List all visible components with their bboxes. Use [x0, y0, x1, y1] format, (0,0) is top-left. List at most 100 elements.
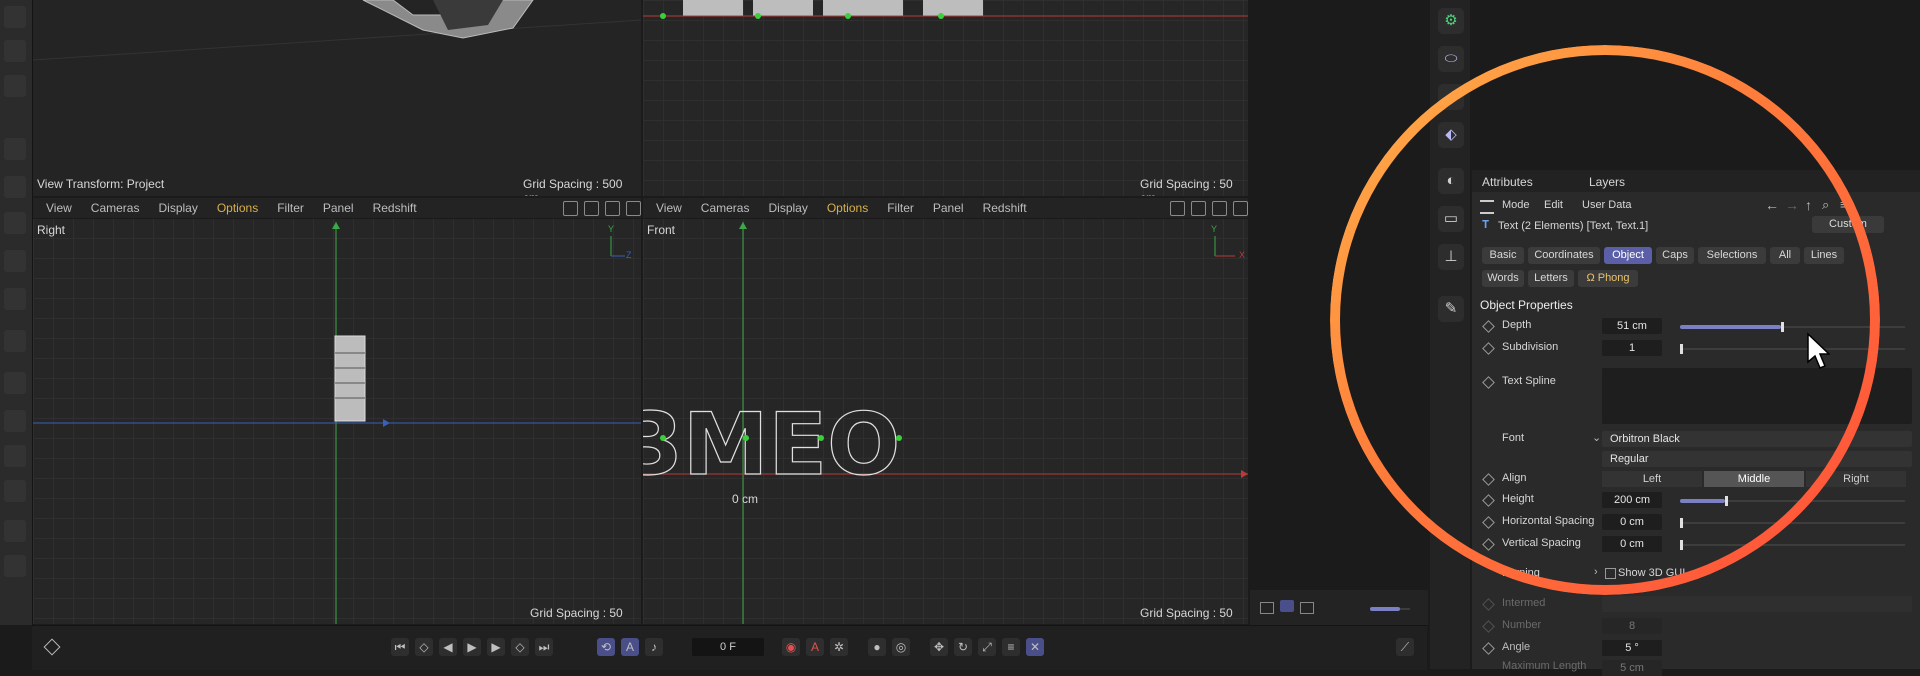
keyframe-diamond-icon[interactable] — [1482, 538, 1495, 551]
tool-icon[interactable] — [4, 330, 26, 352]
list-view-icon[interactable] — [1260, 602, 1274, 614]
chevron-right-icon[interactable]: › — [1594, 566, 1598, 578]
tile-view-icon[interactable] — [1300, 602, 1314, 614]
tool-icon[interactable] — [4, 212, 26, 234]
font-style-dropdown[interactable]: Regular — [1602, 451, 1912, 467]
height-slider-knob[interactable] — [1725, 496, 1728, 506]
tool-icon[interactable] — [4, 555, 26, 577]
search-icon[interactable]: ⌕ — [1822, 197, 1829, 213]
up-arrow-icon[interactable]: ↑ — [1805, 197, 1812, 213]
key-param-button[interactable]: ≡ — [1002, 638, 1020, 656]
horizontal-spacing-field[interactable]: 0 cm — [1602, 514, 1662, 530]
tab-lines[interactable]: Lines — [1804, 247, 1844, 264]
motion-record-button[interactable]: ◎ — [892, 638, 910, 656]
tool-icon[interactable] — [4, 176, 26, 198]
keyframe-diamond-icon[interactable] — [1482, 473, 1495, 486]
back-arrow-icon[interactable]: ← — [1765, 197, 1779, 213]
horizontal-spacing-knob[interactable] — [1680, 518, 1683, 528]
menu-edit[interactable]: Edit — [1544, 199, 1563, 211]
keyframe-settings-button[interactable]: ✲ — [830, 638, 848, 656]
tool-icon[interactable] — [4, 40, 26, 62]
tool-icon[interactable] — [4, 6, 26, 28]
prev-frame-button[interactable]: ◀ — [439, 638, 457, 656]
perspective-viewport[interactable]: View Transform: Project Grid Spacing : 5… — [33, 0, 641, 196]
font-family-dropdown[interactable]: Orbitron Black — [1602, 431, 1912, 447]
vertical-spacing-knob[interactable] — [1680, 540, 1683, 550]
tab-layers[interactable]: Layers — [1589, 175, 1625, 189]
deformer-icon[interactable]: ◐ — [1438, 168, 1464, 194]
right-viewport[interactable]: View Cameras Display Options Filter Pane… — [33, 198, 641, 624]
keyframe-diamond-icon[interactable] — [1482, 642, 1495, 655]
subdivision-field[interactable]: 1 — [1602, 340, 1662, 356]
align-middle-button[interactable]: Middle — [1704, 471, 1804, 487]
tab-attributes[interactable]: Attributes — [1482, 175, 1533, 189]
preset-dropdown[interactable]: Custom — [1812, 216, 1884, 233]
tool-icon[interactable] — [4, 480, 26, 502]
key-position-button[interactable]: ✥ — [930, 638, 948, 656]
loop-button[interactable]: ⟲ — [597, 638, 615, 656]
tab-coordinates[interactable]: Coordinates — [1528, 247, 1600, 264]
next-key-button[interactable]: ◇ — [511, 638, 529, 656]
tab-object[interactable]: Object — [1604, 247, 1652, 264]
maximum-length-field[interactable]: 5 cm — [1602, 660, 1662, 676]
hamburger-menu-icon[interactable] — [1480, 200, 1494, 214]
horizontal-spacing-slider[interactable] — [1680, 522, 1905, 524]
tab-basic[interactable]: Basic — [1482, 247, 1524, 264]
tool-icon[interactable] — [4, 410, 26, 432]
go-to-start-button[interactable]: ⏮ — [391, 638, 409, 656]
menu-mode[interactable]: Mode — [1502, 199, 1530, 211]
filter-icon[interactable]: ≡ — [1840, 197, 1848, 212]
top-viewport[interactable]: Grid Spacing : 50 cm — [643, 0, 1248, 196]
keyframe-diamond-icon[interactable] — [43, 638, 61, 656]
key-selection-button[interactable]: ● — [868, 638, 886, 656]
keyframe-diamond-icon[interactable] — [1482, 494, 1495, 507]
spline-pen-icon[interactable]: ⬖ — [1438, 122, 1464, 148]
subdivision-slider[interactable] — [1680, 348, 1905, 350]
vertical-spacing-slider[interactable] — [1680, 544, 1905, 546]
tab-all[interactable]: All — [1770, 247, 1800, 264]
key-rotation-button[interactable]: ↻ — [954, 638, 972, 656]
graph-icon[interactable]: ⟋ — [1396, 638, 1414, 656]
depth-slider-knob[interactable] — [1781, 322, 1785, 332]
camera-icon[interactable]: ▭ — [1438, 206, 1464, 232]
tool-icon[interactable] — [4, 138, 26, 160]
angle-field[interactable]: 5 ° — [1602, 640, 1662, 656]
tab-phong[interactable]: Ω Phong — [1578, 270, 1638, 287]
keyframe-diamond-icon[interactable] — [1482, 516, 1495, 529]
brush-icon[interactable]: ⬭ — [1438, 46, 1464, 72]
depth-field[interactable]: 51 cm — [1602, 318, 1662, 334]
tool-icon[interactable] — [4, 372, 26, 394]
keyframe-diamond-icon[interactable] — [1482, 598, 1495, 611]
play-button[interactable]: ▶ — [463, 638, 481, 656]
chevron-down-icon[interactable]: ⌄ — [1592, 431, 1601, 444]
tool-icon[interactable] — [4, 520, 26, 542]
intermediate-dropdown[interactable] — [1602, 596, 1912, 612]
keyframe-diamond-icon[interactable] — [1482, 342, 1495, 355]
timeline-mode-button[interactable]: A — [621, 638, 639, 656]
grid-view-icon[interactable] — [1280, 600, 1294, 612]
go-to-end-button[interactable]: ⏭ — [535, 638, 553, 656]
height-field[interactable]: 200 cm — [1602, 492, 1662, 508]
show-3d-gui-checkbox[interactable] — [1605, 568, 1616, 579]
sound-button[interactable]: ♪ — [645, 638, 663, 656]
autokey-button[interactable]: A — [806, 638, 824, 656]
align-right-button[interactable]: Right — [1806, 471, 1906, 487]
keyframe-diamond-icon[interactable] — [1482, 320, 1495, 333]
key-scale-button[interactable]: ⤢ — [978, 638, 996, 656]
subdivision-slider-knob[interactable] — [1680, 344, 1683, 354]
key-pla-button[interactable]: ✕ — [1026, 638, 1044, 656]
settings-gear-icon[interactable]: ⚙ — [1438, 8, 1464, 34]
tab-selections[interactable]: Selections — [1698, 247, 1766, 264]
tool-icon[interactable] — [4, 75, 26, 97]
tool-icon[interactable] — [4, 288, 26, 310]
keyframe-diamond-icon[interactable] — [1482, 376, 1495, 389]
tool-icon[interactable] — [4, 445, 26, 467]
edit-icon[interactable]: ✎ — [1438, 296, 1464, 322]
tab-caps[interactable]: Caps — [1656, 247, 1694, 264]
next-frame-button[interactable]: ▶ — [487, 638, 505, 656]
text-spline-textarea[interactable] — [1602, 368, 1912, 424]
current-frame-field[interactable]: 0 F — [692, 638, 764, 656]
measure-icon[interactable]: ⤢ — [1438, 84, 1464, 110]
keyframe-diamond-icon[interactable] — [1482, 620, 1495, 633]
vertical-spacing-field[interactable]: 0 cm — [1602, 536, 1662, 552]
